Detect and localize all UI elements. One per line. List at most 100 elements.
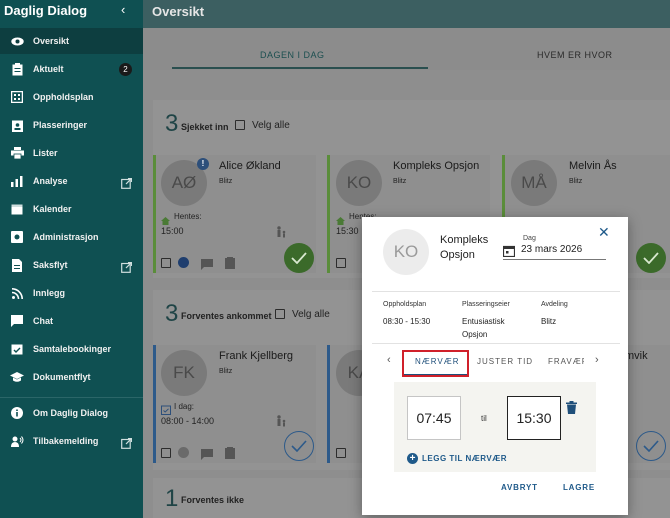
date-field-underline [503, 259, 606, 260]
sidebar: Daglig Dialog ‹ Oversikt Aktuelt 2 Oppho… [0, 0, 143, 518]
save-button[interactable]: LAGRE [563, 483, 595, 492]
avatar: KO [336, 160, 382, 206]
checkin-button[interactable] [284, 431, 314, 461]
sidebar-item-om-daglig-dialog[interactable]: Om Daglig Dialog [0, 400, 143, 426]
select-all-checkbox[interactable] [275, 309, 285, 319]
info-label: Oppholdsplan [383, 301, 427, 308]
app-title: Daglig Dialog [4, 3, 88, 18]
sidebar-item-dokumentflyt[interactable]: Dokumentflyt [0, 364, 143, 390]
section-label: Forventes ikke [181, 495, 245, 505]
from-time-input[interactable]: 07:45 [407, 396, 461, 440]
eye-icon [10, 34, 24, 48]
trash-icon[interactable] [566, 401, 577, 414]
clipboard-icon [10, 62, 24, 76]
clock-icon[interactable] [178, 447, 189, 458]
tab-fravaer[interactable]: FRAVÆR [548, 357, 584, 366]
time-separator: til [481, 414, 487, 423]
tab-juster-tid[interactable]: JUSTER TID [477, 357, 533, 366]
printer-icon [10, 146, 24, 160]
child-name: mvik [625, 350, 648, 362]
avatar: MÅ [511, 160, 557, 206]
select-all-checkbox[interactable] [235, 120, 245, 130]
calendar-icon[interactable] [502, 244, 516, 258]
tab-hvem-er-hvor[interactable]: HVEM ER HVOR [537, 50, 613, 60]
attendance-dialog: KO Kompleks Opsjon Dag 23 mars 2026 ✕ Op… [362, 217, 628, 515]
clipboard-icon[interactable] [225, 256, 235, 269]
sidebar-item-samtalebookinger[interactable]: Samtalebookinger [0, 336, 143, 362]
section-count: 3 [165, 110, 179, 137]
sidebar-item-label: Administrasjon [33, 232, 99, 242]
sidebar-item-lister[interactable]: Lister [0, 140, 143, 166]
chevron-right-icon[interactable]: › [595, 354, 599, 366]
child-group: Blitz [393, 178, 407, 185]
card-checkbox[interactable] [161, 448, 171, 458]
child-group: Blitz [569, 178, 583, 185]
child-name: Frank Kjellberg [219, 350, 293, 362]
sidebar-item-oversikt[interactable]: Oversikt [0, 28, 143, 54]
sidebar-item-administrasjon[interactable]: Administrasjon [0, 224, 143, 250]
plus-icon: + [407, 453, 418, 464]
sidebar-item-analyse[interactable]: Analyse [0, 168, 143, 194]
top-bar [143, 0, 670, 28]
sidebar-item-label: Aktuelt [33, 64, 64, 74]
add-attendance-button[interactable]: + LEGG TIL NÆRVÆR [407, 453, 507, 464]
sidebar-item-label: Chat [33, 316, 53, 326]
home-icon [336, 212, 345, 225]
checkin-button[interactable] [636, 431, 666, 461]
calendar-grid-icon [10, 90, 24, 104]
info-value: 08:30 - 15:30 [383, 317, 431, 326]
checkout-button[interactable] [284, 243, 314, 273]
chat-icon[interactable] [201, 447, 213, 460]
card-checkbox[interactable] [336, 258, 346, 268]
clipboard-icon[interactable] [225, 446, 235, 459]
section-label: Forventes ankommet [181, 311, 272, 321]
close-icon[interactable]: ✕ [598, 224, 610, 241]
chat-icon[interactable] [201, 257, 213, 270]
tab-dagen-i-dag[interactable]: DAGEN I DAG [260, 50, 325, 60]
child-group: Blitz [219, 178, 233, 185]
card-checkbox[interactable] [161, 258, 171, 268]
divider [372, 291, 620, 292]
info-icon [10, 406, 24, 420]
calendar-check-icon [10, 342, 24, 356]
clock-icon[interactable] [178, 257, 189, 268]
info-value: Blitz [541, 317, 557, 326]
sidebar-item-oppholdsplan[interactable]: Oppholdsplan [0, 84, 143, 110]
sidebar-item-tilbakemelding[interactable]: Tilbakemelding [0, 428, 143, 454]
date-field[interactable]: 23 mars 2026 [521, 244, 582, 255]
sidebar-item-label: Tilbakemelding [33, 436, 99, 446]
sidebar-item-label: Plasseringer [33, 120, 88, 130]
rss-icon [10, 286, 24, 300]
external-link-icon [121, 260, 133, 273]
to-time-input[interactable]: 15:30 [507, 396, 561, 440]
sidebar-item-chat[interactable]: Chat [0, 308, 143, 334]
parent-child-icon [275, 225, 287, 238]
child-name: Kompleks Opsjon [440, 234, 489, 261]
sidebar-item-label: Innlegg [33, 288, 65, 298]
sidebar-item-label: Oppholdsplan [33, 92, 94, 102]
today-label: I dag: [174, 402, 195, 411]
page-title: Oversikt [152, 4, 205, 19]
external-link-icon [121, 176, 133, 189]
document-icon [10, 258, 24, 272]
sidebar-item-label: Analyse [33, 176, 68, 186]
sidebar-item-plasseringer[interactable]: Plasseringer [0, 112, 143, 138]
child-name: Alice Økland [219, 160, 281, 172]
graduation-cap-icon [10, 370, 24, 384]
tab-highlight-box [402, 350, 469, 377]
sidebar-item-label: Kalender [33, 204, 72, 214]
card-checkbox[interactable] [336, 448, 346, 458]
calendar-check-icon [161, 402, 171, 415]
section-count: 1 [165, 485, 179, 512]
divider [372, 343, 620, 344]
chevron-left-icon[interactable]: ‹ [121, 2, 125, 17]
sidebar-item-saksflyt[interactable]: Saksflyt [0, 252, 143, 278]
chevron-left-icon[interactable]: ‹ [387, 354, 391, 366]
sidebar-item-kalender[interactable]: Kalender [0, 196, 143, 222]
cancel-button[interactable]: AVBRYT [501, 483, 538, 492]
child-name: Melvin Ås [569, 160, 617, 172]
sidebar-item-aktuelt[interactable]: Aktuelt 2 [0, 56, 143, 82]
sidebar-item-innlegg[interactable]: Innlegg [0, 280, 143, 306]
checkout-button[interactable] [636, 243, 666, 273]
sidebar-item-label: Samtalebookinger [33, 344, 112, 354]
